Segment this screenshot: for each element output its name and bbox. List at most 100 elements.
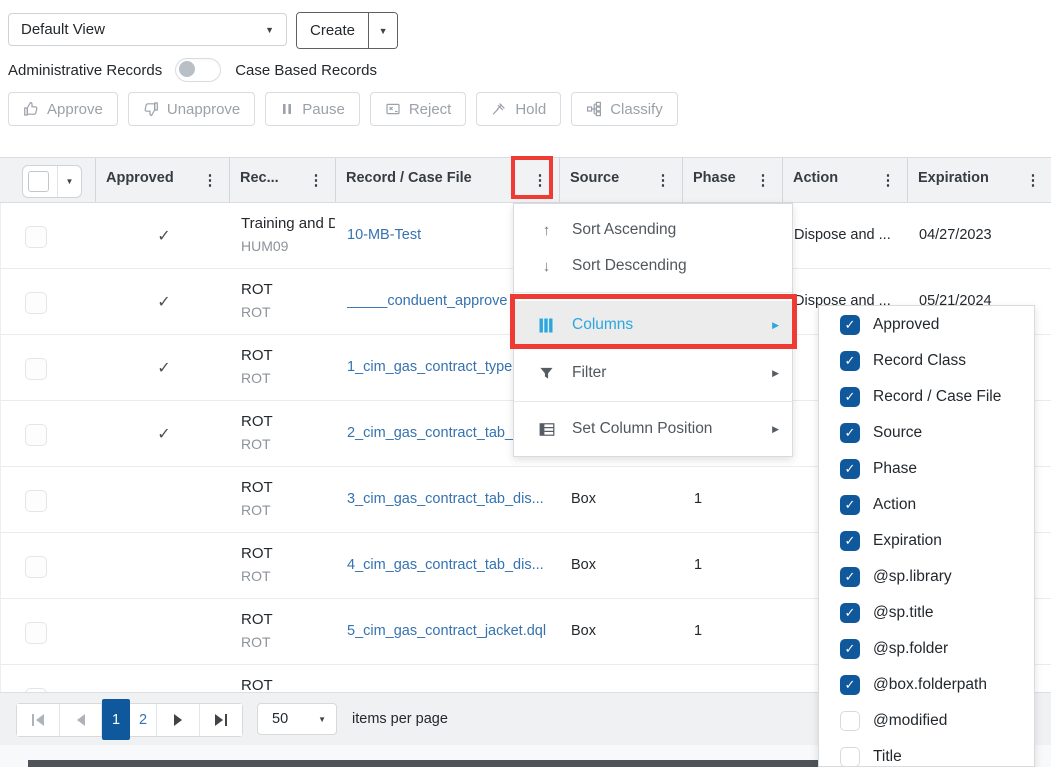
select-menu-button[interactable]: ▼: [58, 166, 81, 197]
column-visibility-checkbox[interactable]: ✓: [840, 639, 860, 659]
record-class-name: ROT: [241, 675, 335, 692]
record-class-cell: ROTROT: [241, 279, 335, 323]
record-link[interactable]: 4_cim_gas_contract_tab_dis...: [347, 557, 559, 573]
toggle-knob: [179, 61, 195, 77]
expiration-cell: 04/27/2023: [919, 227, 992, 243]
create-dropdown-button[interactable]: ▼: [368, 13, 397, 48]
action-button-pause[interactable]: Pause: [265, 92, 360, 126]
submenu-item-label: Record Class: [873, 352, 966, 370]
submenu-item--sp-folder[interactable]: ✓@sp.folder: [819, 631, 1034, 667]
record-class-name: ROT: [241, 477, 335, 499]
row-checkbox[interactable]: [25, 424, 47, 446]
row-checkbox[interactable]: [25, 556, 47, 578]
columns-icon: [538, 318, 555, 333]
submenu-item--modified[interactable]: @modified: [819, 703, 1034, 739]
administrative-records-label: Administrative Records: [8, 62, 162, 79]
menu-item-filter[interactable]: Filter▶: [514, 355, 792, 391]
column-menu-button[interactable]: ⋮: [529, 168, 551, 192]
column-menu-button[interactable]: ⋮: [877, 168, 899, 192]
column-visibility-checkbox[interactable]: ✓: [840, 603, 860, 623]
row-checkbox[interactable]: [25, 358, 47, 380]
submenu-item--sp-title[interactable]: ✓ @sp.title: [819, 595, 1034, 631]
column-visibility-checkbox[interactable]: ✓: [840, 495, 860, 515]
submenu-item-title[interactable]: Title: [819, 739, 1034, 767]
page-size-select[interactable]: 50 ▼: [257, 703, 337, 735]
column-header-5: Phase⋮: [683, 158, 783, 202]
column-visibility-checkbox[interactable]: ✓: [840, 675, 860, 695]
column-menu-button[interactable]: ⋮: [652, 168, 674, 192]
column-menu-button[interactable]: ⋮: [752, 168, 774, 192]
create-button[interactable]: Create: [297, 13, 368, 48]
last-page-button[interactable]: [200, 704, 242, 736]
column-visibility-checkbox[interactable]: [840, 711, 860, 731]
menu-item-label: Sort Descending: [572, 257, 687, 275]
row-checkbox[interactable]: [25, 226, 47, 248]
column-context-menu: ↑Sort Ascending↓Sort Descending Columns▶ F…: [513, 203, 793, 457]
record-type-toggle[interactable]: [175, 58, 221, 82]
select-all-widget: ▼: [22, 165, 82, 198]
column-visibility-checkbox[interactable]: ✓: [840, 531, 860, 551]
chevron-right-icon: ▶: [772, 424, 779, 435]
column-visibility-checkbox[interactable]: ✓: [840, 351, 860, 371]
submenu-item-approved[interactable]: ✓ Approved: [819, 307, 1034, 343]
menu-item-sort-ascending[interactable]: ↑Sort Ascending: [514, 212, 792, 248]
page-button-1[interactable]: 1: [102, 699, 130, 740]
action-button-hold[interactable]: Hold: [476, 92, 561, 126]
column-menu-button[interactable]: ⋮: [305, 168, 327, 192]
action-button-label: Hold: [515, 101, 546, 118]
menu-item-label: Filter: [572, 364, 606, 382]
submenu-item--sp-library[interactable]: ✓@sp.library: [819, 559, 1034, 595]
gavel-icon: [491, 101, 507, 117]
row-checkbox[interactable]: [25, 490, 47, 512]
record-class-name: ROT: [241, 411, 335, 433]
arrow-right-icon: [174, 714, 182, 726]
previous-page-button[interactable]: [60, 704, 102, 736]
menu-item-set-column-position[interactable]: Set Column Position▶: [514, 407, 792, 451]
check-icon: ✓: [97, 226, 231, 246]
record-link[interactable]: 3_cim_gas_contract_tab_dis...: [347, 491, 559, 507]
column-menu-button[interactable]: ⋮: [199, 168, 221, 192]
view-selector[interactable]: Default View ▼: [8, 13, 287, 46]
column-header-4: Source⋮: [560, 158, 683, 202]
column-visibility-checkbox[interactable]: [840, 747, 860, 767]
record-class-cell: ROTROT: [241, 477, 335, 521]
column-header-label: Rec...: [240, 170, 279, 186]
column-visibility-checkbox[interactable]: ✓: [840, 387, 860, 407]
submenu-item-label: @sp.title: [873, 604, 934, 622]
record-class-cell: ROTROT: [241, 609, 335, 653]
row-checkbox[interactable]: [25, 292, 47, 314]
column-visibility-checkbox[interactable]: ✓: [840, 315, 860, 335]
submenu-item--box-folderpath[interactable]: ✓@box.folderpath: [819, 667, 1034, 703]
action-button-approve[interactable]: Approve: [8, 92, 118, 126]
menu-item-sort-descending[interactable]: ↓Sort Descending: [514, 248, 792, 284]
action-button-label: Approve: [47, 101, 103, 118]
next-page-button[interactable]: [157, 704, 200, 736]
first-page-button[interactable]: [17, 704, 60, 736]
submenu-item-label: Approved: [873, 316, 939, 334]
column-menu-button[interactable]: ⋮: [1022, 168, 1044, 192]
submenu-item-phase[interactable]: ✓Phase: [819, 451, 1034, 487]
submenu-item-expiration[interactable]: ✓ Expiration: [819, 523, 1034, 559]
submenu-item-source[interactable]: ✓Source: [819, 415, 1034, 451]
menu-item-columns[interactable]: Columns▶: [514, 301, 792, 349]
action-button-reject[interactable]: Reject: [370, 92, 467, 126]
action-button-unapprove[interactable]: Unapprove: [128, 92, 255, 126]
record-link[interactable]: 5_cim_gas_contract_jacket.dql: [347, 623, 559, 639]
chevron-down-icon[interactable]: ▼: [265, 25, 274, 35]
columns-submenu: ✓ Approved ✓ Record Class ✓Record / Case Fil…: [818, 305, 1035, 767]
column-visibility-checkbox[interactable]: ✓: [840, 423, 860, 443]
submenu-item-record-case-file[interactable]: ✓Record / Case File: [819, 379, 1034, 415]
phase-cell: 1: [694, 623, 702, 639]
page-button-2[interactable]: 2: [130, 704, 157, 736]
submenu-item-label: Title: [873, 748, 902, 766]
select-all-checkbox[interactable]: [28, 171, 49, 192]
column-visibility-checkbox[interactable]: ✓: [840, 459, 860, 479]
row-checkbox[interactable]: [25, 622, 47, 644]
column-visibility-checkbox[interactable]: ✓: [840, 567, 860, 587]
action-button-classify[interactable]: Classify: [571, 92, 678, 126]
page-size-value: 50: [272, 711, 288, 727]
submenu-item-action[interactable]: ✓Action: [819, 487, 1034, 523]
submenu-item-label: Expiration: [873, 532, 942, 550]
phase-cell: 1: [694, 557, 702, 573]
submenu-item-record-class[interactable]: ✓ Record Class: [819, 343, 1034, 379]
